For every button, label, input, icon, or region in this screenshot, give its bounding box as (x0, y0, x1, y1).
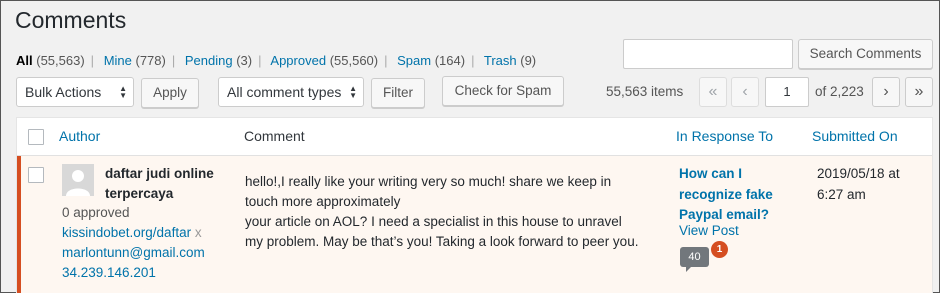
check-spam-button[interactable]: Check for Spam (442, 76, 564, 106)
select-all-checkbox[interactable] (28, 129, 44, 145)
column-comment: Comment (244, 128, 305, 144)
first-page-button[interactable]: « (699, 77, 727, 107)
default-avatar-icon (62, 164, 94, 196)
filter-mine[interactable]: Mine (778) (104, 53, 166, 68)
table-header: Author Comment In Response To Submitted … (17, 118, 932, 156)
column-author[interactable]: Author (59, 128, 100, 144)
author-approved-count: 0 approved (62, 205, 130, 220)
author-url-remove[interactable]: x (191, 225, 202, 240)
bulk-actions-select[interactable]: Bulk Actions ▲ ▼ (16, 77, 134, 107)
status-filters: All (55,563) | Mine (778) | Pending (3) | A… (16, 53, 536, 68)
filter-separator: | (171, 53, 176, 68)
filter-trash[interactable]: Trash (9) (484, 53, 536, 68)
comments-table: Author Comment In Response To Submitted … (16, 117, 933, 293)
author-url-line: kissindobet.org/daftar x (62, 225, 202, 240)
comment-type-value: All comment types (227, 84, 342, 100)
filter-approved-count: (55,560) (329, 53, 379, 68)
select-arrows-icon: ▲ ▼ (349, 84, 357, 100)
filter-pending-count: (3) (236, 53, 253, 68)
items-count: 55,563 items (606, 84, 684, 99)
response-post-link[interactable]: How can I recognize fake Paypal email? (679, 164, 789, 226)
search-comments-button[interactable]: Search Comments (798, 39, 933, 69)
filter-separator: | (258, 53, 262, 68)
author-ip-link[interactable]: 34.239.146.201 (62, 265, 156, 280)
filter-all-label: All (16, 53, 33, 68)
last-page-button[interactable]: » (905, 77, 933, 107)
next-page-button[interactable]: › (872, 77, 900, 107)
page-title: Comments (15, 7, 127, 33)
filter-all-count: (55,563) (36, 53, 85, 68)
comment-line: your article on AOL? I need a specialist… (245, 214, 622, 229)
pending-count-badge: 1 (711, 241, 728, 258)
avatar (62, 164, 94, 196)
row-checkbox[interactable] (28, 167, 44, 183)
prev-page-button[interactable]: ‹ (731, 77, 759, 107)
author-email-link[interactable]: marlontunn@gmail.com (62, 245, 205, 260)
filter-separator: | (90, 53, 95, 68)
filter-trash-count: (9) (520, 53, 537, 68)
filter-trash-label: Trash (483, 53, 517, 68)
view-post-link[interactable]: View Post (679, 223, 739, 238)
filter-spam-label: Spam (397, 53, 432, 68)
column-in-response-to[interactable]: In Response To (676, 128, 773, 144)
comment-type-select[interactable]: All comment types ▲ ▼ (218, 77, 364, 107)
search-input[interactable] (623, 39, 793, 69)
column-submitted-on[interactable]: Submitted On (812, 128, 898, 144)
filter-mine-label: Mine (103, 53, 132, 68)
submitted-date[interactable]: 2019/05/18 at 6:27 am (817, 164, 927, 205)
apply-button[interactable]: Apply (141, 78, 199, 108)
filter-button[interactable]: Filter (371, 78, 425, 108)
comment-line: hello!,I really like your writing very s… (245, 174, 612, 189)
author-name: daftar judi online terpercaya (105, 166, 214, 201)
filter-approved-label: Approved (270, 53, 327, 68)
filter-mine-count: (778) (135, 53, 166, 68)
comment-count-bubble[interactable]: 40 (680, 247, 709, 272)
author-url-link[interactable]: kissindobet.org/daftar (62, 225, 191, 240)
filter-spam-count: (164) (434, 53, 466, 68)
comment-text: hello!,I really like your writing very s… (245, 172, 665, 252)
comment-line: my problem. May be that’s you! Taking a … (245, 234, 639, 249)
filter-separator: | (384, 53, 388, 68)
filter-pending[interactable]: Pending (3) (185, 53, 252, 68)
total-pages: of 2,223 (815, 84, 864, 99)
table-row: daftar judi online terpercaya 0 approved… (17, 156, 932, 293)
select-arrows-icon: ▲ ▼ (119, 84, 127, 100)
filter-spam[interactable]: Spam (164) (397, 53, 465, 68)
filter-approved[interactable]: Approved (55,560) (270, 53, 378, 68)
bulk-actions-value: Bulk Actions (25, 84, 102, 100)
filter-all[interactable]: All (55,563) (16, 53, 85, 68)
filter-separator: | (471, 53, 475, 68)
comment-line: touch more approximately (245, 194, 401, 209)
filter-pending-label: Pending (184, 53, 233, 68)
current-page-input[interactable]: 1 (765, 77, 809, 107)
